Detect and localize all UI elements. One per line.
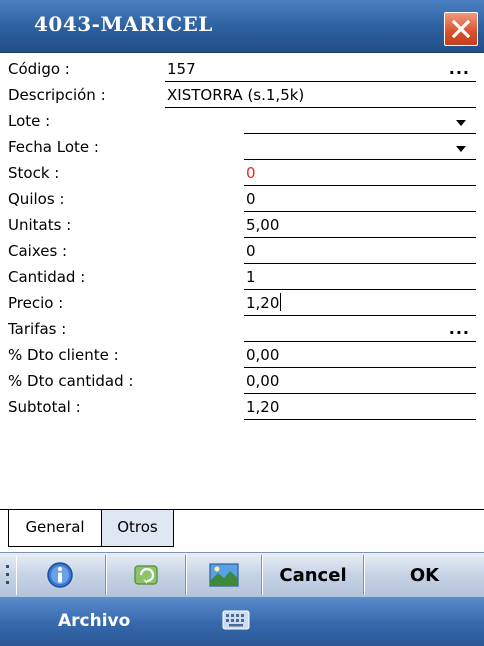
cantidad-label: Cantidad : [8, 268, 86, 286]
subtotal-field[interactable]: 1,20 [244, 396, 476, 420]
descripcion-field[interactable]: XISTORRA (s.1,5k) [165, 84, 476, 108]
dto-cliente-row: % Dto cliente : 0,00 [0, 343, 484, 369]
tab-strip: General Otros [0, 509, 484, 550]
image-icon [209, 563, 239, 587]
quilos-field[interactable]: 0 [244, 188, 476, 212]
lote-row: Lote : [0, 109, 484, 135]
fecha-lote-label: Fecha Lote : [8, 138, 99, 156]
caixes-row: Caixes : 0 [0, 239, 484, 265]
codigo-field[interactable]: 157 ... [165, 58, 476, 82]
precio-value: 1,20 [246, 294, 280, 312]
toolbar: Cancel OK [0, 552, 484, 598]
descripcion-row: Descripción : XISTORRA (s.1,5k) [0, 83, 484, 109]
quilos-row: Quilos : 0 [0, 187, 484, 213]
refresh-icon [134, 565, 158, 585]
close-icon [452, 20, 470, 38]
dto-cantidad-row: % Dto cantidad : 0,00 [0, 369, 484, 395]
product-form: Código : 157 ... Descripción : XISTORRA … [0, 57, 484, 421]
precio-label: Precio : [8, 294, 64, 312]
text-caret [280, 293, 282, 311]
cantidad-row: Cantidad : 1 [0, 265, 484, 291]
codigo-more-button[interactable]: ... [449, 58, 470, 80]
descripcion-label: Descripción : [8, 86, 106, 104]
unitats-label: Unitats : [8, 216, 72, 234]
stock-field[interactable]: 0 [244, 162, 476, 186]
info-button[interactable] [16, 555, 106, 595]
grip-icon [6, 565, 9, 584]
tab-otros[interactable]: Otros [102, 510, 174, 547]
stock-value: 0 [246, 164, 256, 182]
dto-cliente-label: % Dto cliente : [8, 346, 119, 364]
caixes-field[interactable]: 0 [244, 240, 476, 264]
subtotal-row: Subtotal : 1,20 [0, 395, 484, 421]
cantidad-field[interactable]: 1 [244, 266, 476, 290]
stock-label: Stock : [8, 164, 60, 182]
unitats-row: Unitats : 5,00 [0, 213, 484, 239]
chevron-down-icon [456, 120, 466, 126]
unitats-field[interactable]: 5,00 [244, 214, 476, 238]
dto-cliente-value: 0,00 [246, 346, 280, 364]
quilos-value: 0 [246, 190, 256, 208]
dto-cliente-field[interactable]: 0,00 [244, 344, 476, 368]
window-title: 4043-MARICEL [34, 12, 213, 36]
subtotal-label: Subtotal : [8, 398, 81, 416]
cancel-button[interactable]: Cancel [262, 555, 364, 595]
ok-button[interactable]: OK [364, 555, 484, 595]
caixes-label: Caixes : [8, 242, 68, 260]
archivo-menu[interactable]: Archivo [58, 611, 130, 631]
lote-label: Lote : [8, 112, 51, 130]
stock-row: Stock : 0 [0, 161, 484, 187]
tarifas-field[interactable]: ... [244, 318, 476, 342]
info-icon [47, 562, 73, 588]
tab-general[interactable]: General [8, 510, 102, 547]
precio-field[interactable]: 1,20 [244, 292, 476, 316]
keyboard-icon[interactable] [222, 610, 250, 630]
unitats-value: 5,00 [246, 216, 280, 234]
dto-cantidad-field[interactable]: 0,00 [244, 370, 476, 394]
dto-cantidad-value: 0,00 [246, 372, 280, 390]
image-button[interactable] [186, 555, 262, 595]
menu-bar: Archivo [0, 597, 484, 646]
cancel-button-label: Cancel [279, 565, 347, 586]
codigo-label: Código : [8, 60, 70, 78]
tarifas-row: Tarifas : ... [0, 317, 484, 343]
tarifas-label: Tarifas : [8, 320, 67, 338]
caixes-value: 0 [246, 242, 256, 260]
codigo-row: Código : 157 ... [0, 57, 484, 83]
refresh-button[interactable] [106, 555, 186, 595]
precio-row: Precio : 1,20 [0, 291, 484, 317]
title-bar: 4043-MARICEL [0, 0, 484, 53]
fecha-lote-select[interactable] [244, 136, 476, 160]
close-button[interactable] [444, 12, 478, 46]
quilos-label: Quilos : [8, 190, 65, 208]
chevron-down-icon [456, 146, 466, 152]
codigo-value: 157 [167, 60, 196, 78]
ok-button-label: OK [409, 565, 440, 586]
subtotal-value: 1,20 [246, 398, 280, 416]
tarifas-more-button[interactable]: ... [449, 318, 470, 340]
cantidad-value: 1 [246, 268, 256, 286]
fecha-lote-row: Fecha Lote : [0, 135, 484, 161]
lote-select[interactable] [244, 110, 476, 134]
dto-cantidad-label: % Dto cantidad : [8, 372, 134, 390]
descripcion-value: XISTORRA (s.1,5k) [167, 86, 305, 104]
